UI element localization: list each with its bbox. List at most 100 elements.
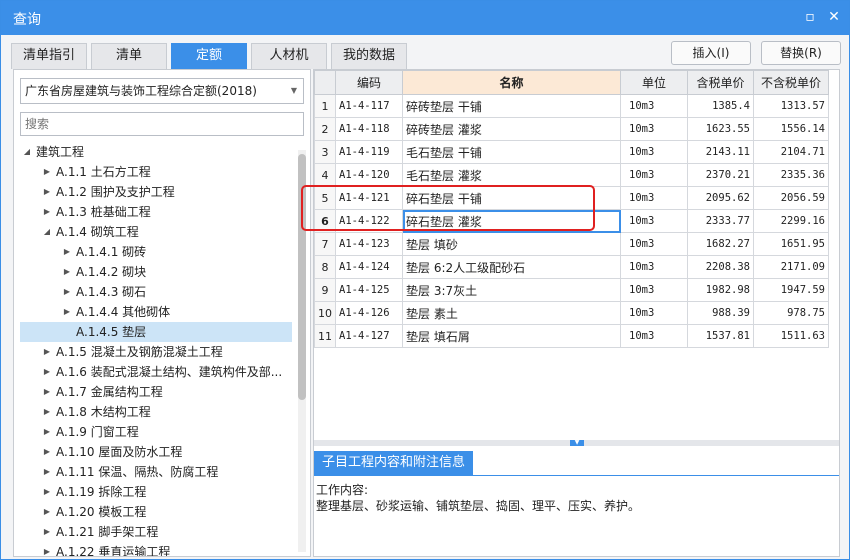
tree-item[interactable]: ▶ A.1.4.2 砌块: [20, 262, 292, 282]
cell-name[interactable]: 毛石垫层 干铺: [402, 140, 621, 164]
collapsed-arrow-icon[interactable]: ▶: [42, 422, 52, 442]
column-name[interactable]: 名称: [402, 70, 621, 95]
cell-code[interactable]: A1-4-126: [335, 301, 403, 325]
cell-idx[interactable]: 4: [314, 163, 336, 187]
cell-tax[interactable]: 2095.62: [687, 186, 754, 210]
cell-notax[interactable]: 1313.57: [753, 94, 829, 118]
cell-unit[interactable]: 10m3: [620, 301, 688, 325]
cell-tax[interactable]: 988.39: [687, 301, 754, 325]
cell-notax[interactable]: 2299.16: [753, 209, 829, 233]
cell-code[interactable]: A1-4-118: [335, 117, 403, 141]
cell-unit[interactable]: 10m3: [620, 163, 688, 187]
splitter-grip-icon[interactable]: ▼: [570, 440, 584, 446]
tree-item[interactable]: ▶ A.1.9 门窗工程: [20, 422, 292, 442]
tree-item[interactable]: ▶ A.1.1 土石方工程: [20, 162, 292, 182]
cell-notax[interactable]: 978.75: [753, 301, 829, 325]
collapsed-arrow-icon[interactable]: ▶: [42, 482, 52, 502]
column-unit[interactable]: 单位: [620, 70, 688, 95]
cell-code[interactable]: A1-4-123: [335, 232, 403, 256]
cell-idx[interactable]: 2: [314, 117, 336, 141]
tab-bill-guide[interactable]: 清单指引: [11, 43, 87, 69]
cell-code[interactable]: A1-4-119: [335, 140, 403, 164]
collapsed-arrow-icon[interactable]: ▶: [42, 442, 52, 462]
cell-name[interactable]: 垫层 素土: [402, 301, 621, 325]
cell-code[interactable]: A1-4-117: [335, 94, 403, 118]
cell-notax[interactable]: 1947.59: [753, 278, 829, 302]
tree-item[interactable]: ▶ A.1.6 装配式混凝土结构、建筑构件及部...: [20, 362, 292, 382]
cell-idx[interactable]: 3: [314, 140, 336, 164]
table-row[interactable]: 11 A1-4-127 垫层 填石屑 10m3 1537.81 1511.63: [314, 324, 829, 348]
cell-idx[interactable]: 9: [314, 278, 336, 302]
cell-name[interactable]: 垫层 填石屑: [402, 324, 621, 348]
cell-unit[interactable]: 10m3: [620, 278, 688, 302]
collapsed-arrow-icon[interactable]: ▶: [42, 522, 52, 542]
cell-notax[interactable]: 2104.71: [753, 140, 829, 164]
cell-tax[interactable]: 2143.11: [687, 140, 754, 164]
column-code[interactable]: 编码: [335, 70, 403, 95]
tree-item[interactable]: ▶ A.1.20 模板工程: [20, 502, 292, 522]
cell-name[interactable]: 碎砖垫层 干铺: [402, 94, 621, 118]
tree-item[interactable]: A.1.4.5 垫层: [20, 322, 292, 342]
cell-idx[interactable]: 1: [314, 94, 336, 118]
table-row[interactable]: 9 A1-4-125 垫层 3:7灰土 10m3 1982.98 1947.59: [314, 278, 829, 302]
expanded-arrow-icon[interactable]: ◢: [42, 222, 52, 242]
tree-item[interactable]: ▶ A.1.5 混凝土及钢筋混凝土工程: [20, 342, 292, 362]
cell-notax[interactable]: 1651.95: [753, 232, 829, 256]
cell-tax[interactable]: 1623.55: [687, 117, 754, 141]
cell-idx[interactable]: 10: [314, 301, 336, 325]
cell-tax[interactable]: 2208.38: [687, 255, 754, 279]
collapsed-arrow-icon[interactable]: ▶: [42, 502, 52, 522]
insert-button[interactable]: 插入(I): [671, 41, 751, 65]
cell-name[interactable]: 碎砖垫层 灌浆: [402, 117, 621, 141]
column-notax-price[interactable]: 不含税单价: [753, 70, 829, 95]
restore-icon[interactable]: ▫: [801, 8, 819, 26]
cell-code[interactable]: A1-4-125: [335, 278, 403, 302]
cell-unit[interactable]: 10m3: [620, 94, 688, 118]
cell-notax[interactable]: 2056.59: [753, 186, 829, 210]
collapsed-arrow-icon[interactable]: ▶: [62, 302, 72, 322]
tree-item[interactable]: ▶ A.1.3 桩基础工程: [20, 202, 292, 222]
tree-item[interactable]: ▶ A.1.19 拆除工程: [20, 482, 292, 502]
collapsed-arrow-icon[interactable]: ▶: [42, 362, 52, 382]
cell-tax[interactable]: 1982.98: [687, 278, 754, 302]
tree-item[interactable]: ◢ A.1.4 砌筑工程: [20, 222, 292, 242]
cell-tax[interactable]: 2333.77: [687, 209, 754, 233]
collapsed-arrow-icon[interactable]: ▶: [42, 182, 52, 202]
cell-unit[interactable]: 10m3: [620, 186, 688, 210]
collapsed-arrow-icon[interactable]: ▶: [42, 542, 52, 556]
cell-notax[interactable]: 2335.36: [753, 163, 829, 187]
tab-item-info[interactable]: 子目工程内容和附注信息: [314, 451, 474, 475]
column-tax-price[interactable]: 含税单价: [687, 70, 754, 95]
cell-idx[interactable]: 7: [314, 232, 336, 256]
panel-splitter[interactable]: ▼: [314, 440, 839, 446]
table-row[interactable]: 1 A1-4-117 碎砖垫层 干铺 10m3 1385.4 1313.57: [314, 94, 829, 118]
cell-name[interactable]: 毛石垫层 灌浆: [402, 163, 621, 187]
replace-button[interactable]: 替换(R): [761, 41, 841, 65]
cell-tax[interactable]: 2370.21: [687, 163, 754, 187]
cell-idx[interactable]: 8: [314, 255, 336, 279]
tree-item[interactable]: ◢ 建筑工程: [20, 142, 292, 162]
table-row[interactable]: 10 A1-4-126 垫层 素土 10m3 988.39 978.75: [314, 301, 829, 325]
tab-my-data[interactable]: 我的数据: [331, 43, 407, 69]
cell-tax[interactable]: 1537.81: [687, 324, 754, 348]
tab-bill[interactable]: 清单: [91, 43, 167, 69]
cell-tax[interactable]: 1682.27: [687, 232, 754, 256]
table-row[interactable]: 3 A1-4-119 毛石垫层 干铺 10m3 2143.11 2104.71: [314, 140, 829, 164]
close-icon[interactable]: ✕: [825, 8, 843, 26]
cell-unit[interactable]: 10m3: [620, 255, 688, 279]
collapsed-arrow-icon[interactable]: ▶: [42, 402, 52, 422]
tree-item[interactable]: ▶ A.1.4.1 砌砖: [20, 242, 292, 262]
cell-name[interactable]: 垫层 填砂: [402, 232, 621, 256]
cell-unit[interactable]: 10m3: [620, 324, 688, 348]
search-input[interactable]: [20, 112, 304, 136]
cell-unit[interactable]: 10m3: [620, 232, 688, 256]
cell-unit[interactable]: 10m3: [620, 117, 688, 141]
collapsed-arrow-icon[interactable]: ▶: [42, 462, 52, 482]
tree-item[interactable]: ▶ A.1.21 脚手架工程: [20, 522, 292, 542]
collapsed-arrow-icon[interactable]: ▶: [42, 382, 52, 402]
table-row[interactable]: 4 A1-4-120 毛石垫层 灌浆 10m3 2370.21 2335.36: [314, 163, 829, 187]
collapsed-arrow-icon[interactable]: ▶: [42, 162, 52, 182]
collapsed-arrow-icon[interactable]: ▶: [62, 262, 72, 282]
cell-unit[interactable]: 10m3: [620, 209, 688, 233]
collapsed-arrow-icon[interactable]: ▶: [62, 242, 72, 262]
